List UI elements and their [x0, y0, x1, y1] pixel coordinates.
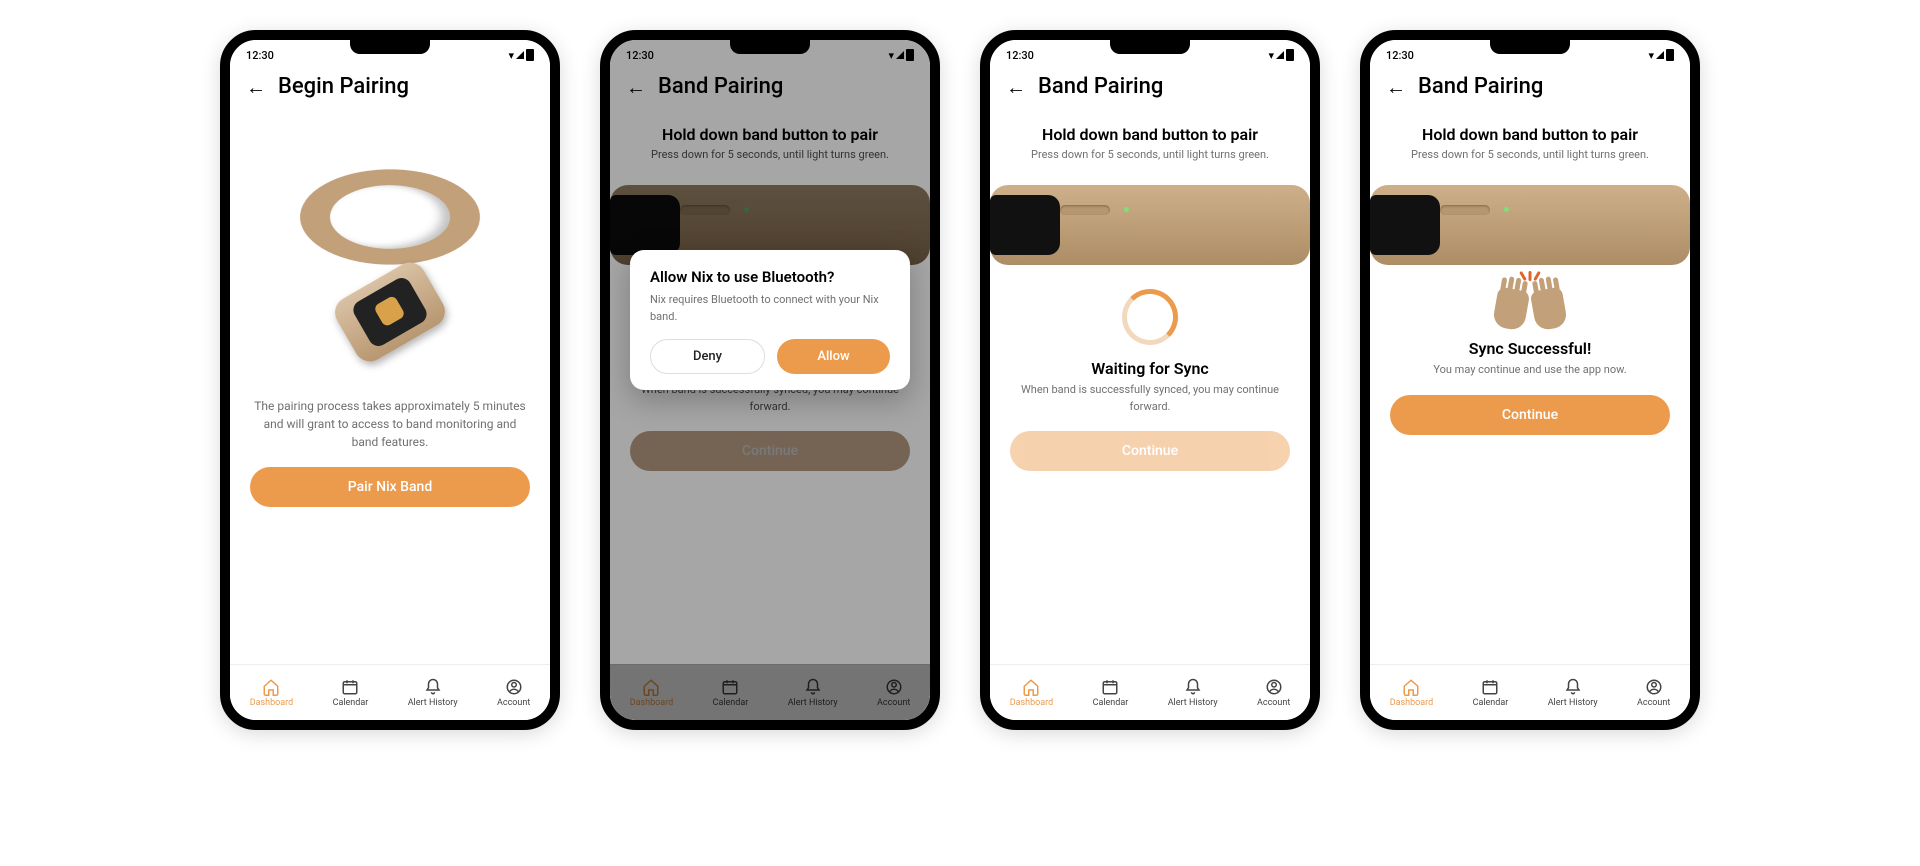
- deny-button[interactable]: Deny: [650, 339, 765, 374]
- status-icons: ▾: [1268, 49, 1294, 62]
- header: ← Begin Pairing: [230, 66, 550, 107]
- continue-button[interactable]: Continue: [1390, 395, 1670, 435]
- bluetooth-permission-modal: Allow Nix to use Bluetooth? Nix requires…: [630, 250, 910, 390]
- nav-calendar[interactable]: Calendar: [1473, 678, 1509, 708]
- home-icon: [1022, 678, 1040, 696]
- status-icons: ▾: [1648, 49, 1674, 62]
- modal-body: Nix requires Bluetooth to connect with y…: [650, 292, 890, 325]
- nav-alert-label: Alert History: [408, 698, 458, 708]
- nav-dashboard[interactable]: Dashboard: [250, 678, 294, 708]
- nav-alert-history[interactable]: Alert History: [408, 678, 458, 708]
- status-bar: 12:30 ▾: [1370, 40, 1690, 66]
- header: ← Band Pairing: [1370, 66, 1690, 107]
- bottom-nav: Dashboard Calendar Alert History Account: [990, 664, 1310, 720]
- pairing-description: The pairing process takes approximately …: [250, 397, 530, 451]
- bottom-nav: Dashboard Calendar Alert History Account: [1370, 664, 1690, 720]
- nav-account-label: Account: [1257, 698, 1290, 708]
- wifi-icon: ▾: [508, 49, 514, 62]
- header: ← Band Pairing: [990, 66, 1310, 107]
- nav-calendar-label: Calendar: [1473, 698, 1509, 708]
- bottom-nav: Dashboard Calendar Alert History Account: [230, 664, 550, 720]
- instruction-sub: Press down for 5 seconds, until light tu…: [1411, 148, 1649, 161]
- calendar-icon: [1481, 678, 1499, 696]
- account-icon: [1645, 678, 1663, 696]
- phone-bluetooth-prompt: 12:30 ▾ ← Band Pairing Hold down band bu…: [600, 30, 940, 730]
- page-title: Band Pairing: [1418, 74, 1543, 99]
- nav-account-label: Account: [1637, 698, 1670, 708]
- nav-dashboard-label: Dashboard: [1390, 698, 1434, 708]
- wifi-icon: ▾: [1648, 49, 1654, 62]
- calendar-icon: [341, 678, 359, 696]
- band-side-image: [990, 185, 1310, 265]
- sync-status-sub: You may continue and use the app now.: [1433, 362, 1626, 379]
- nav-account[interactable]: Account: [1257, 678, 1290, 708]
- home-icon: [262, 678, 280, 696]
- nav-calendar[interactable]: Calendar: [333, 678, 369, 708]
- calendar-icon: [1101, 678, 1119, 696]
- pair-band-button[interactable]: Pair Nix Band: [250, 467, 530, 507]
- nav-account[interactable]: Account: [1637, 678, 1670, 708]
- band-image: [290, 127, 490, 387]
- nav-alert-label: Alert History: [1548, 698, 1598, 708]
- instruction-heading: Hold down band button to pair: [1422, 125, 1638, 144]
- status-time: 12:30: [1006, 49, 1034, 62]
- continue-button: Continue: [1010, 431, 1290, 471]
- signal-icon: [1656, 51, 1664, 59]
- sync-status-sub: When band is successfully synced, you ma…: [1010, 382, 1290, 415]
- nav-alert-history[interactable]: Alert History: [1548, 678, 1598, 708]
- wifi-icon: ▾: [1268, 49, 1274, 62]
- phone-begin-pairing: 12:30 ▾ ← Begin Pairing The pairing proc…: [220, 30, 560, 730]
- band-side-image: [1370, 185, 1690, 265]
- bell-icon: [424, 678, 442, 696]
- instruction-heading: Hold down band button to pair: [1042, 125, 1258, 144]
- nav-account-label: Account: [497, 698, 530, 708]
- phone-sync-successful: 12:30 ▾ ← Band Pairing Hold down band bu…: [1360, 30, 1700, 730]
- nav-dashboard-label: Dashboard: [250, 698, 294, 708]
- signal-icon: [516, 51, 524, 59]
- bell-icon: [1184, 678, 1202, 696]
- signal-icon: [1276, 51, 1284, 59]
- back-icon[interactable]: ←: [1386, 77, 1406, 97]
- account-icon: [1265, 678, 1283, 696]
- celebrate-hands-icon: [1495, 289, 1565, 329]
- nav-dashboard[interactable]: Dashboard: [1010, 678, 1054, 708]
- bell-icon: [1564, 678, 1582, 696]
- nav-dashboard[interactable]: Dashboard: [1390, 678, 1434, 708]
- back-icon[interactable]: ←: [246, 77, 266, 97]
- instruction-sub: Press down for 5 seconds, until light tu…: [1031, 148, 1269, 161]
- status-icons: ▾: [508, 49, 534, 62]
- sync-status-title: Waiting for Sync: [1091, 359, 1209, 378]
- nav-calendar-label: Calendar: [333, 698, 369, 708]
- battery-icon: [526, 49, 534, 61]
- nav-account[interactable]: Account: [497, 678, 530, 708]
- battery-icon: [1286, 49, 1294, 61]
- home-icon: [1402, 678, 1420, 696]
- page-title: Band Pairing: [1038, 74, 1163, 99]
- status-time: 12:30: [246, 49, 274, 62]
- sync-spinner: [1122, 289, 1178, 345]
- nav-alert-history[interactable]: Alert History: [1168, 678, 1218, 708]
- page-title: Begin Pairing: [278, 74, 409, 99]
- status-time: 12:30: [1386, 49, 1414, 62]
- status-bar: 12:30 ▾: [230, 40, 550, 66]
- allow-button[interactable]: Allow: [777, 339, 890, 374]
- status-bar: 12:30 ▾: [990, 40, 1310, 66]
- nav-alert-label: Alert History: [1168, 698, 1218, 708]
- modal-title: Allow Nix to use Bluetooth?: [650, 268, 890, 286]
- account-icon: [505, 678, 523, 696]
- nav-calendar-label: Calendar: [1093, 698, 1129, 708]
- back-icon[interactable]: ←: [1006, 77, 1026, 97]
- sync-status-title: Sync Successful!: [1469, 339, 1591, 358]
- nav-calendar[interactable]: Calendar: [1093, 678, 1129, 708]
- nav-dashboard-label: Dashboard: [1010, 698, 1054, 708]
- phone-waiting-sync: 12:30 ▾ ← Band Pairing Hold down band bu…: [980, 30, 1320, 730]
- battery-icon: [1666, 49, 1674, 61]
